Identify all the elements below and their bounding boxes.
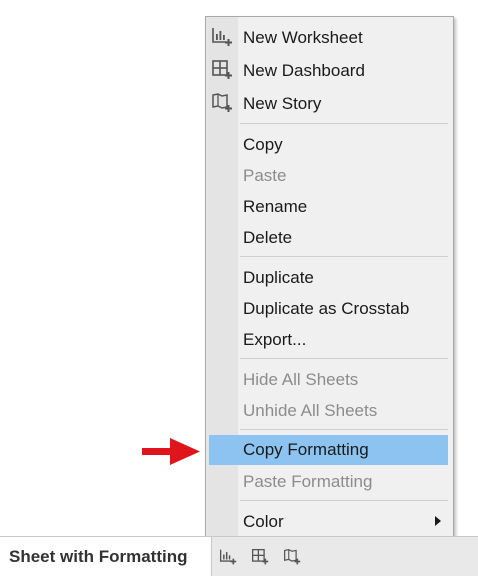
- menu-item-copy-formatting[interactable]: Copy Formatting: [209, 435, 448, 465]
- menu-separator: [240, 256, 448, 257]
- menu-item-hide-all-sheets[interactable]: Hide All Sheets: [238, 365, 447, 395]
- menu-item-label: Duplicate: [243, 268, 314, 287]
- menu-item-label: Paste Formatting: [243, 472, 373, 491]
- menu-separator: [240, 123, 448, 124]
- sheet-tab-bar: Sheet with Formatting: [0, 536, 478, 576]
- menu-item-color[interactable]: Color: [238, 507, 447, 537]
- menu-separator: [240, 500, 448, 501]
- menu-item-unhide-all-sheets[interactable]: Unhide All Sheets: [238, 396, 447, 426]
- menu-item-label: Duplicate as Crosstab: [243, 299, 410, 318]
- new-story-icon: [212, 93, 232, 112]
- menu-item-paste[interactable]: Paste: [238, 161, 447, 191]
- new-worksheet-icon[interactable]: [219, 548, 237, 566]
- menu-item-label: New Worksheet: [243, 28, 363, 47]
- menu-item-new-worksheet[interactable]: New Worksheet: [238, 23, 447, 53]
- menu-item-delete[interactable]: Delete: [238, 223, 447, 253]
- menu-item-label: Delete: [243, 228, 293, 247]
- menu-item-rename[interactable]: Rename: [238, 192, 447, 222]
- menu-item-duplicate[interactable]: Duplicate: [238, 263, 447, 293]
- menu-item-label: Copy: [243, 135, 283, 154]
- menu-separator: [240, 358, 448, 359]
- menu-item-export[interactable]: Export...: [238, 325, 447, 355]
- sheet-context-menu: New Worksheet New Dashboard New Story Co…: [205, 16, 454, 542]
- submenu-arrow-icon: [435, 516, 441, 526]
- menu-separator: [240, 429, 448, 430]
- menu-item-label: Export...: [243, 330, 307, 349]
- sheet-tab[interactable]: Sheet with Formatting: [0, 537, 212, 576]
- new-worksheet-icon: [212, 28, 232, 46]
- menu-item-duplicate-as-crosstab[interactable]: Duplicate as Crosstab: [238, 294, 447, 324]
- menu-item-label: Rename: [243, 197, 308, 216]
- menu-item-label: Copy Formatting: [243, 440, 369, 459]
- menu-item-label: Paste: [243, 166, 287, 185]
- menu-item-label: Unhide All Sheets: [243, 401, 378, 420]
- menu-item-label: New Story: [243, 94, 322, 113]
- menu-item-label: Color: [243, 512, 284, 531]
- menu-item-label: Hide All Sheets: [243, 370, 359, 389]
- new-dashboard-icon: [212, 60, 232, 79]
- menu-item-new-dashboard[interactable]: New Dashboard: [238, 56, 447, 86]
- pointer-arrow-icon: [142, 438, 200, 465]
- sheet-tab-label: Sheet with Formatting: [9, 546, 188, 566]
- menu-item-copy[interactable]: Copy: [238, 130, 447, 160]
- menu-item-paste-formatting[interactable]: Paste Formatting: [238, 467, 447, 497]
- new-story-icon[interactable]: [283, 548, 301, 566]
- menu-item-label: New Dashboard: [243, 61, 365, 80]
- new-dashboard-icon[interactable]: [251, 548, 269, 566]
- menu-item-new-story[interactable]: New Story: [238, 89, 447, 119]
